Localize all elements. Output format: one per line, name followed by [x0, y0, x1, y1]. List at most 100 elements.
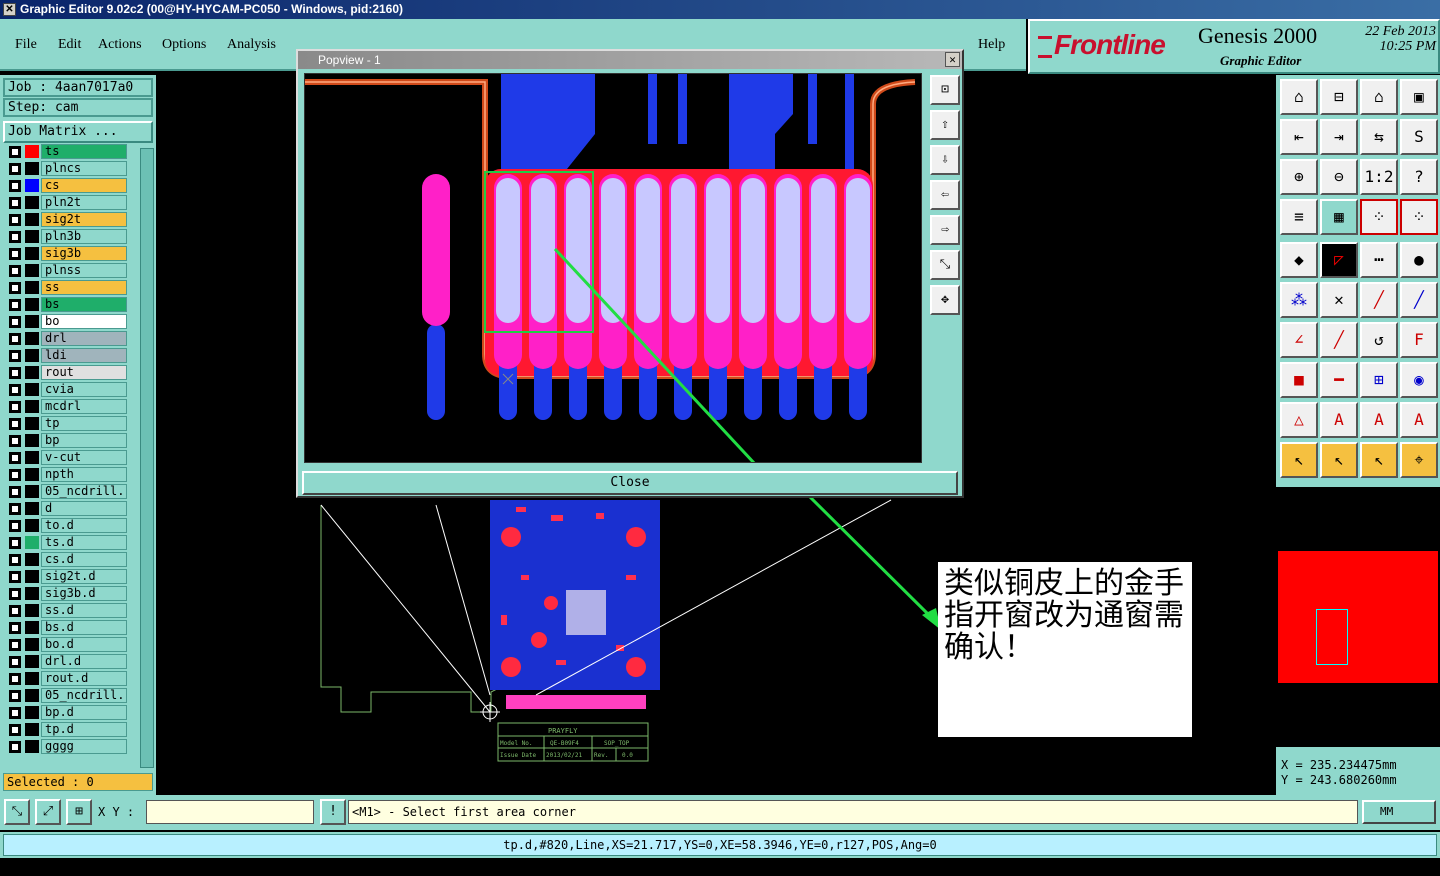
layer-name[interactable]: sig3b	[41, 246, 127, 261]
layer-color-swatch[interactable]	[25, 179, 39, 192]
layer-color-swatch[interactable]	[25, 162, 39, 175]
layer-row[interactable]: tp	[5, 416, 127, 431]
layer-color-swatch[interactable]	[25, 740, 39, 753]
layer-checkbox[interactable]	[9, 418, 21, 430]
scale-icon[interactable]: 1:2	[1360, 159, 1398, 195]
layer-name[interactable]: sig2t	[41, 212, 127, 227]
house-icon[interactable]: ⌂	[1360, 79, 1398, 115]
layer-checkbox[interactable]	[9, 333, 21, 345]
layer-color-swatch[interactable]	[25, 213, 39, 226]
layer-color-swatch[interactable]	[25, 281, 39, 294]
popview-pan-down-icon[interactable]: ⇩	[930, 145, 960, 175]
layer-row[interactable]: 05_ncdrill.	[5, 688, 127, 703]
layer-row[interactable]: ss.d	[5, 603, 127, 618]
layer-name[interactable]: npth	[41, 467, 127, 482]
layer-checkbox[interactable]	[9, 197, 21, 209]
layer-color-swatch[interactable]	[25, 400, 39, 413]
layer-checkbox[interactable]	[9, 605, 21, 617]
popview-pan-up-icon[interactable]: ⇧	[930, 110, 960, 140]
layer-checkbox[interactable]	[9, 741, 21, 753]
triangle-icon[interactable]: △	[1280, 402, 1318, 438]
layer-row[interactable]: pln3b	[5, 229, 127, 244]
layer-checkbox[interactable]	[9, 622, 21, 634]
layer-row[interactable]: sig3b	[5, 246, 127, 261]
layer-name[interactable]: ss.d	[41, 603, 127, 618]
layer-row[interactable]: bp	[5, 433, 127, 448]
menu-help[interactable]: Help	[978, 37, 1005, 53]
layer-color-swatch[interactable]	[25, 706, 39, 719]
pad-icon[interactable]: ■	[1280, 362, 1318, 398]
layer-row[interactable]: bs.d	[5, 620, 127, 635]
layer-row[interactable]: ts	[5, 144, 127, 159]
layer-name[interactable]: cvia	[41, 382, 127, 397]
layer-checkbox[interactable]	[9, 707, 21, 719]
layer-color-swatch[interactable]	[25, 451, 39, 464]
draw-icon[interactable]: ◸	[1320, 242, 1358, 278]
ruler-icon[interactable]: ┅	[1360, 242, 1398, 278]
layer-checkbox[interactable]	[9, 639, 21, 651]
snap-icon[interactable]: ⁘	[1360, 199, 1398, 235]
layer-checkbox[interactable]	[9, 520, 21, 532]
layer-checkbox[interactable]	[9, 248, 21, 260]
popview-pan-left-icon[interactable]: ⇦	[930, 180, 960, 210]
popview-close-icon[interactable]: ✕	[945, 52, 960, 67]
layer-row[interactable]: rout	[5, 365, 127, 380]
layer-row[interactable]: ldi	[5, 348, 127, 363]
layer-color-swatch[interactable]	[25, 434, 39, 447]
layer-color-swatch[interactable]	[25, 417, 39, 430]
layer-checkbox[interactable]	[9, 316, 21, 328]
layer-color-swatch[interactable]	[25, 145, 39, 158]
connect-icon[interactable]: ⁂	[1280, 282, 1318, 318]
grid-icon[interactable]: ▦	[1320, 199, 1358, 235]
xy-input[interactable]	[146, 800, 314, 824]
line-icon[interactable]: ╱	[1360, 282, 1398, 318]
layer-row[interactable]: sig2t.d	[5, 569, 127, 584]
layer-color-swatch[interactable]	[25, 655, 39, 668]
layer-row[interactable]: ss	[5, 280, 127, 295]
layer-row[interactable]: plnss	[5, 263, 127, 278]
triangle2-icon[interactable]: A	[1320, 402, 1358, 438]
layer-name[interactable]: tp.d	[41, 722, 127, 737]
layer-name[interactable]: drl	[41, 331, 127, 346]
pointer3-icon[interactable]: ↖	[1360, 442, 1398, 478]
layer-color-swatch[interactable]	[25, 570, 39, 583]
layer-color-swatch[interactable]	[25, 502, 39, 515]
layer-row[interactable]: sig3b.d	[5, 586, 127, 601]
layer-row[interactable]: v-cut	[5, 450, 127, 465]
layer-checkbox[interactable]	[9, 673, 21, 685]
menu-edit[interactable]: Edit	[58, 37, 81, 53]
triangle4-icon[interactable]: A	[1400, 402, 1438, 438]
layer-name[interactable]: bp.d	[41, 705, 127, 720]
dot-icon[interactable]: ●	[1400, 242, 1438, 278]
layer-checkbox[interactable]	[9, 265, 21, 277]
layer-checkbox[interactable]	[9, 180, 21, 192]
layer-checkbox[interactable]	[9, 214, 21, 226]
layer-name[interactable]: ldi	[41, 348, 127, 363]
layer-checkbox[interactable]	[9, 690, 21, 702]
layer-checkbox[interactable]	[9, 486, 21, 498]
layer-checkbox[interactable]	[9, 163, 21, 175]
popview-pan-right-icon[interactable]: ⇨	[930, 215, 960, 245]
layer-row[interactable]: cs.d	[5, 552, 127, 567]
layer-row[interactable]: plncs	[5, 161, 127, 176]
popview-zoom-out-icon[interactable]: ✥	[930, 285, 960, 315]
layer-checkbox[interactable]	[9, 282, 21, 294]
shape-icon[interactable]: ◉	[1400, 362, 1438, 398]
angle-icon[interactable]: ∠	[1280, 322, 1318, 358]
layer-name[interactable]: bs.d	[41, 620, 127, 635]
units-select[interactable]: MM	[1362, 800, 1436, 824]
layer-name[interactable]: bp	[41, 433, 127, 448]
layer-row[interactable]: bs	[5, 297, 127, 312]
select-pad-icon[interactable]: ◆	[1280, 242, 1318, 278]
menu-options[interactable]: Options	[162, 37, 206, 53]
layer-row[interactable]: gggg	[5, 739, 127, 754]
layer-name[interactable]: plnss	[41, 263, 127, 278]
layer-color-swatch[interactable]	[25, 638, 39, 651]
layer-checkbox[interactable]	[9, 299, 21, 311]
layer-name[interactable]: bo	[41, 314, 127, 329]
layer-color-swatch[interactable]	[25, 689, 39, 702]
layer-color-swatch[interactable]	[25, 230, 39, 243]
measure-mode-icon[interactable]: ⤢	[35, 799, 61, 825]
layer-color-swatch[interactable]	[25, 196, 39, 209]
layer-row[interactable]: tp.d	[5, 722, 127, 737]
